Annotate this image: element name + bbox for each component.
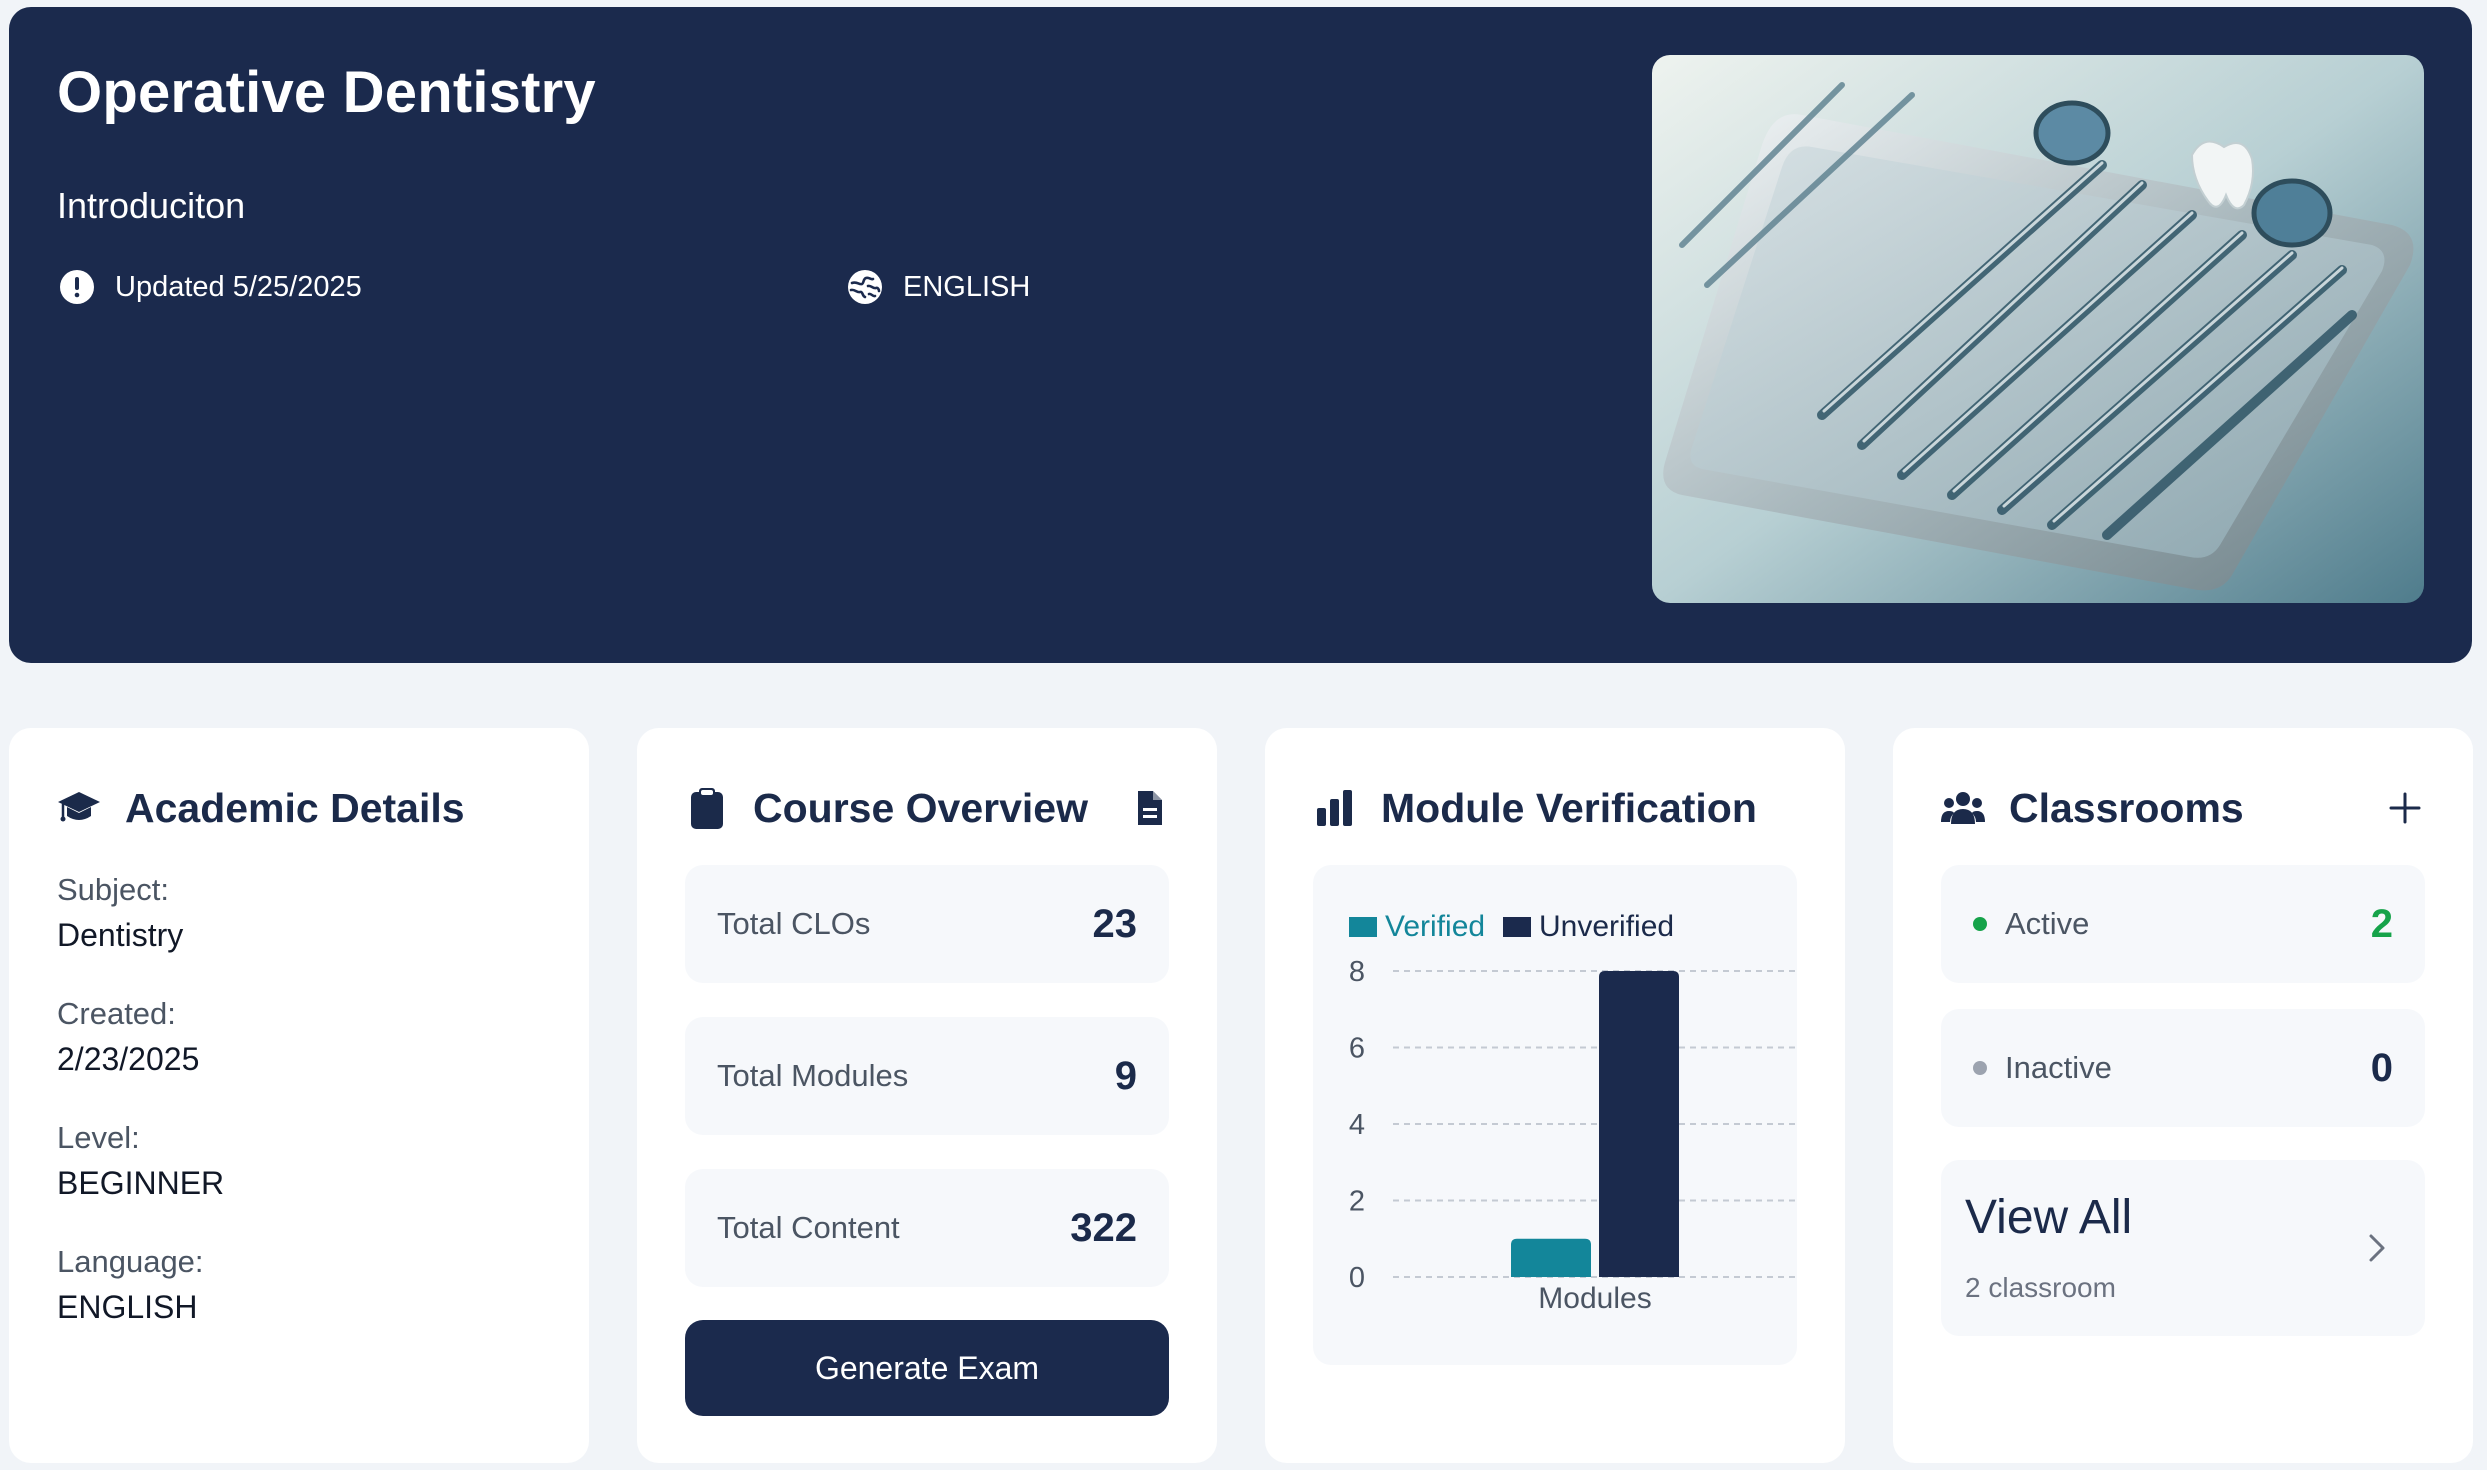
inactive-count: 0 [2370,1045,2393,1090]
stat-value: 9 [1114,1053,1137,1098]
active-classrooms[interactable]: Active 2 [1941,865,2425,983]
stat-total-content: Total Content 322 [685,1169,1169,1287]
clipboard-icon [691,788,723,829]
academic-details-card: Academic Details Subject: Dentistry Crea… [9,728,589,1463]
legend-swatch [1349,917,1377,937]
inactive-status-dot [1973,1061,1987,1075]
chart-gridlines [1393,970,1797,1278]
detail-value: ENGLISH [57,1289,198,1325]
legend-label: Unverified [1539,910,1674,943]
detail-value: Dentistry [57,917,184,953]
globe-icon [848,270,882,304]
detail-value: 2/23/2025 [57,1041,200,1077]
chevron-right-icon [2369,1234,2385,1262]
detail-language: Language: ENGLISH [57,1240,224,1330]
module-verification-card: Module Verification Verified Unverified 0… [1265,728,1845,1463]
bar-unverified [1599,971,1679,1277]
course-hero-banner: Operative Dentistry Introduciton Updated… [9,7,2472,663]
y-tick-label: 2 [1349,1186,1365,1218]
course-language: ENGLISH [847,269,1030,305]
chart-y-axis: 0 2 4 6 8 [1349,956,1365,1294]
classrooms-title: Classrooms [2009,784,2244,831]
bar-chart-icon [1317,790,1352,826]
detail-value: BEGINNER [57,1165,225,1201]
classrooms-card: Classrooms Active 2 Inactive 0 View All … [1893,728,2473,1463]
stat-value: 322 [1070,1205,1137,1250]
document-icon[interactable] [1129,788,1169,828]
stat-label: Total Content [717,1210,900,1245]
updated-text: Updated 5/25/2025 [115,270,362,303]
legend-swatch [1503,917,1531,937]
chart-legend: Verified Unverified [1349,910,1674,943]
view-all-label: View All [1965,1191,2133,1244]
dental-instruments-image [1652,55,2424,603]
detail-subject: Subject: Dentistry [57,868,224,958]
detail-label: Created: [57,996,176,1031]
active-label: Active [2005,906,2090,941]
stat-total-clos: Total CLOs 23 [685,865,1169,983]
language-text: ENGLISH [903,270,1031,303]
course-overview-header: Course Overview [685,780,1169,836]
classrooms-header: Classrooms [1941,780,2425,836]
y-tick-label: 6 [1349,1033,1365,1065]
module-verification-title: Module Verification [1381,784,1757,831]
inactive-classrooms[interactable]: Inactive 0 [1941,1009,2425,1127]
plus-icon[interactable] [2385,788,2425,828]
detail-label: Language: [57,1244,204,1279]
users-icon [1941,792,1985,824]
detail-label: Subject: [57,872,170,907]
course-overview-card: Course Overview Total CLOs 23 Total Modu… [637,728,1217,1463]
classroom-count: 2 classroom [1965,1272,2116,1303]
stat-label: Total Modules [717,1058,909,1093]
academic-details-title: Academic Details [125,784,465,831]
detail-created: Created: 2/23/2025 [57,992,224,1082]
course-overview-title: Course Overview [753,784,1088,831]
legend-label: Verified [1385,910,1485,943]
y-tick-label: 4 [1349,1109,1365,1141]
generate-exam-button[interactable]: Generate Exam [685,1320,1169,1416]
inactive-label: Inactive [2005,1050,2112,1085]
course-title: Operative Dentistry [57,60,596,125]
detail-label: Level: [57,1120,140,1155]
course-subtitle: Introduciton [57,185,246,226]
y-tick-label: 0 [1349,1262,1365,1294]
stat-total-modules: Total Modules 9 [685,1017,1169,1135]
chart-x-label: Modules [1538,1282,1651,1315]
module-verification-chart: Verified Unverified 0 2 4 6 8 Modules [1313,865,1797,1365]
detail-level: Level: BEGINNER [57,1116,224,1206]
academic-details-header: Academic Details [57,780,541,836]
view-all-classrooms-link[interactable]: View All 2 classroom [1941,1160,2425,1336]
active-status-dot [1973,917,1987,931]
updated-date: Updated 5/25/2025 [59,269,362,305]
module-verification-header: Module Verification [1313,780,1797,836]
active-count: 2 [2370,901,2393,946]
stat-value: 23 [1092,901,1138,946]
bar-verified [1511,1238,1591,1277]
alert-circle-icon [60,270,94,304]
stat-label: Total CLOs [717,906,871,941]
y-tick-label: 8 [1349,956,1365,988]
graduation-cap-icon [58,792,100,822]
academic-details-list: Subject: Dentistry Created: 2/23/2025 Le… [57,868,224,1364]
